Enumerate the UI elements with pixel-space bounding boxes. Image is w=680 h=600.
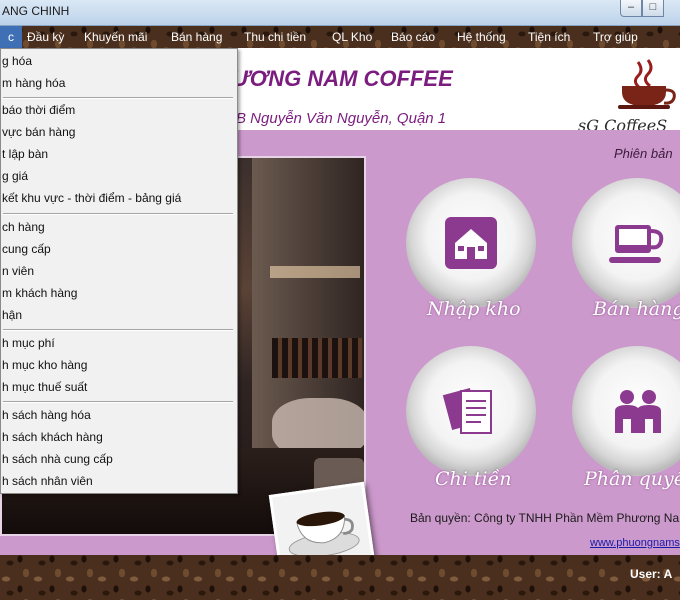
dropdown-separator <box>3 329 233 331</box>
dropdown-item[interactable]: h sách nhà cung cấp <box>1 448 237 470</box>
dropdown-item[interactable]: h mục phí <box>1 332 237 354</box>
dropdown-separator <box>3 213 233 215</box>
coffee-logo-icon <box>618 59 676 109</box>
maximize-button[interactable]: □ <box>642 0 664 17</box>
expense-label: Chi tiền <box>435 468 512 490</box>
dropdown-item[interactable]: m hàng hóa <box>1 72 237 94</box>
title-bar: ANG CHINH – □ <box>0 0 680 26</box>
footer-bar <box>0 555 680 600</box>
menu-item-thu-chi-tien[interactable]: Thu chi tiền <box>244 30 306 44</box>
store-address: B Nguyễn Văn Nguyễn, Quận 1 <box>236 110 447 127</box>
dropdown-menu: g hóa m hàng hóa báo thời điểm vực bán h… <box>0 48 238 494</box>
dropdown-item[interactable]: h sách khách hàng <box>1 426 237 448</box>
dropdown-item[interactable]: t lập bàn <box>1 143 237 165</box>
copyright-text: Bản quyền: Công ty TNHH Phần Mềm Phương … <box>410 511 680 525</box>
import-stock-label: Nhập kho <box>427 298 521 320</box>
coffee-cup-icon <box>609 225 664 263</box>
dropdown-item[interactable]: hận <box>1 304 237 326</box>
menu-item-ql-kho[interactable]: QL Kho <box>332 30 372 44</box>
user-label: User: A <box>630 567 673 581</box>
permissions-label: Phân quyền <box>584 468 680 490</box>
menu-item-active[interactable]: c <box>0 26 22 48</box>
expense-tile[interactable] <box>406 346 536 476</box>
minimize-button[interactable]: – <box>620 0 642 17</box>
menu-item-bao-cao[interactable]: Báo cáo <box>391 30 435 44</box>
dropdown-item[interactable]: h sách nhân viên <box>1 470 237 492</box>
menu-item-tien-ich[interactable]: Tiện ích <box>528 30 570 44</box>
menu-item-khuyen-mai[interactable]: Khuyến mãi <box>84 30 147 44</box>
menu-bar: c Đầu kỳ Khuyến mãi Bán hàng Thu chi tiề… <box>0 26 680 48</box>
dropdown-item[interactable]: h mục thuế suất <box>1 376 237 398</box>
dropdown-item[interactable]: vực bán hàng <box>1 121 237 143</box>
dropdown-item[interactable]: cung cấp <box>1 238 237 260</box>
dropdown-item[interactable]: h sách hàng hóa <box>1 404 237 426</box>
version-label: Phiên bản <box>614 146 673 161</box>
menu-item-ban-hang[interactable]: Bán hàng <box>171 30 222 44</box>
dropdown-item[interactable]: g hóa <box>1 50 237 72</box>
documents-icon <box>442 387 492 434</box>
dropdown-item[interactable]: báo thời điểm <box>1 99 237 121</box>
users-icon <box>615 390 661 433</box>
warehouse-icon <box>445 217 497 269</box>
menu-item-he-thong[interactable]: Hệ thống <box>457 30 506 44</box>
website-link[interactable]: www.phuongnams <box>590 537 680 549</box>
dropdown-item[interactable]: h mục kho hàng <box>1 354 237 376</box>
dropdown-item[interactable]: n viên <box>1 260 237 282</box>
sales-label: Bán hàng <box>593 298 680 320</box>
import-stock-tile[interactable] <box>406 178 536 308</box>
dropdown-separator <box>3 401 233 403</box>
menu-item-tro-giup[interactable]: Trợ giúp <box>593 30 638 44</box>
dropdown-item[interactable]: m khách hàng <box>1 282 237 304</box>
brand-name: ƯƠNG NAM COFFEE <box>232 66 453 91</box>
menu-item-dau-ky[interactable]: Đầu kỳ <box>27 30 64 44</box>
dropdown-item[interactable]: ch hàng <box>1 216 237 238</box>
window-title: ANG CHINH <box>2 4 70 18</box>
dropdown-item[interactable]: kết khu vực - thời điểm - bảng giá <box>1 187 237 209</box>
dropdown-item[interactable]: g giá <box>1 165 237 187</box>
